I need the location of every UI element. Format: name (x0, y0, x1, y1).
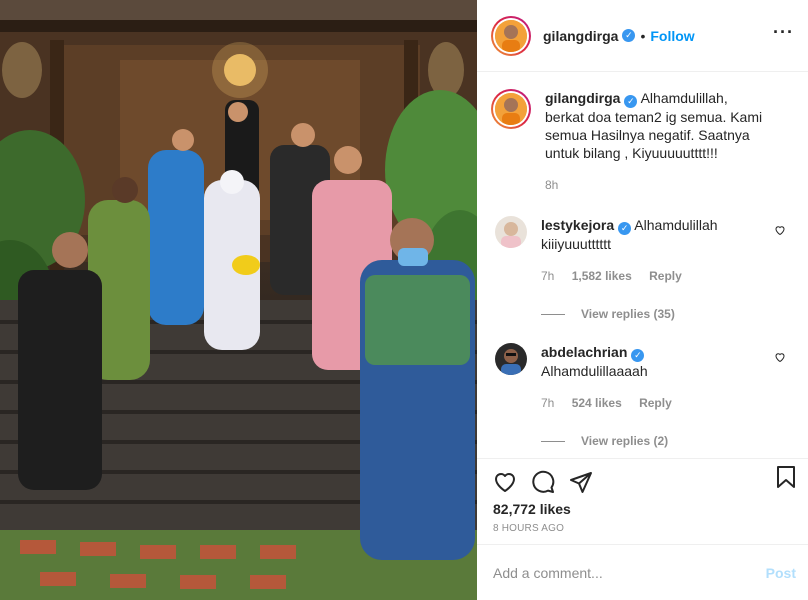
verified-icon: ✓ (622, 29, 636, 42)
verified-icon: ✓ (624, 95, 638, 108)
post-username[interactable]: gilangdirga (543, 28, 618, 44)
caption-username[interactable]: gilangdirga (545, 90, 620, 106)
comment-like-heart-icon[interactable] (774, 224, 786, 236)
reply-button[interactable]: Reply (649, 269, 682, 283)
comment-item: abdelachrian ✓ Alhamdulillaaaah 7h 524 li… (491, 343, 794, 412)
share-icon[interactable] (569, 470, 593, 494)
view-replies-label: View replies (2) (581, 434, 669, 448)
verified-icon: ✓ (618, 222, 632, 235)
dot-separator: • (640, 27, 646, 44)
heart-icon[interactable] (493, 470, 517, 494)
comment-like-heart-icon[interactable] (774, 351, 786, 363)
bookmark-icon[interactable] (774, 465, 798, 489)
caption-time[interactable]: 8h (545, 178, 558, 192)
comment-item: lestykejora ✓ Alhamdulillah kiiiyuuuttttt… (491, 216, 794, 285)
caption: gilangdirga ✓ Alhamdulillah, berkat doa t… (491, 89, 794, 194)
follow-button[interactable]: Follow (650, 28, 694, 44)
comment-time[interactable]: 7h (541, 269, 554, 283)
comment-avatar[interactable] (495, 216, 527, 248)
group-photo-image (0, 0, 477, 600)
comments-list[interactable]: gilangdirga ✓ Alhamdulillah, berkat doa t… (477, 73, 808, 458)
reply-button[interactable]: Reply (639, 396, 672, 410)
comment-input[interactable] (493, 564, 766, 581)
post-comment-button[interactable]: Post (766, 565, 796, 581)
post-timestamp[interactable]: 8 HOURS AGO (493, 523, 798, 534)
view-replies-button[interactable]: View replies (35) (541, 307, 794, 321)
comment-icon[interactable] (531, 470, 555, 494)
like-count[interactable]: 82,772 likes (493, 501, 798, 517)
comment-text: Alhamdulillaaaah (541, 363, 648, 379)
post-side-panel: gilangdirga ✓ • Follow ··· gilangdirga ✓… (477, 0, 808, 600)
post-photo[interactable] (0, 0, 477, 600)
view-replies-button[interactable]: View replies (2) (541, 434, 794, 448)
comment-avatar[interactable] (495, 343, 527, 375)
comment-time[interactable]: 7h (541, 396, 554, 410)
comment-likes[interactable]: 1,582 likes (572, 269, 632, 283)
verified-icon: ✓ (631, 349, 645, 362)
add-comment-bar: Post (477, 544, 808, 600)
view-replies-label: View replies (35) (581, 307, 675, 321)
post-actions: 82,772 likes 8 HOURS AGO (477, 458, 808, 544)
avatar[interactable] (491, 15, 531, 56)
comment-likes[interactable]: 524 likes (572, 396, 622, 410)
caption-avatar[interactable] (491, 89, 531, 129)
avatar-image (495, 19, 527, 52)
more-icon[interactable]: ··· (773, 22, 794, 43)
comment-username[interactable]: abdelachrian (541, 344, 627, 360)
post-header: gilangdirga ✓ • Follow ··· (477, 0, 808, 72)
comment-username[interactable]: lestykejora (541, 217, 614, 233)
